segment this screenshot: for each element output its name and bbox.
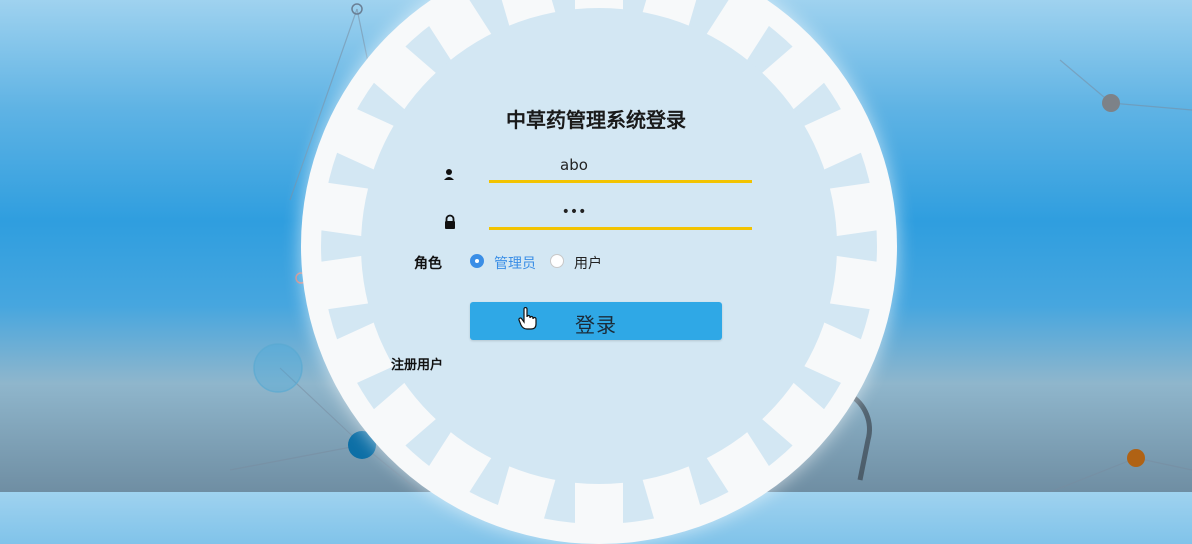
password-value: ••• (561, 204, 587, 220)
password-field[interactable]: ••• (489, 203, 752, 230)
register-link[interactable]: 注册用户 (391, 354, 443, 373)
page-title: 中草药管理系统登录 (506, 108, 686, 132)
username-field[interactable]: abo (489, 156, 752, 183)
user-icon (441, 167, 457, 183)
username-value: abo (560, 156, 588, 174)
role-admin-radio[interactable] (470, 254, 484, 268)
role-user-radio[interactable] (550, 254, 564, 268)
login-button-label: 登录 (575, 313, 617, 337)
role-label: 角色 (414, 256, 442, 272)
hand-pointer-icon (518, 306, 538, 331)
role-admin-label[interactable]: 管理员 (494, 253, 536, 273)
lock-icon (442, 214, 458, 230)
role-user-label[interactable]: 用户 (574, 253, 602, 273)
login-button[interactable]: 登录 (470, 302, 722, 340)
